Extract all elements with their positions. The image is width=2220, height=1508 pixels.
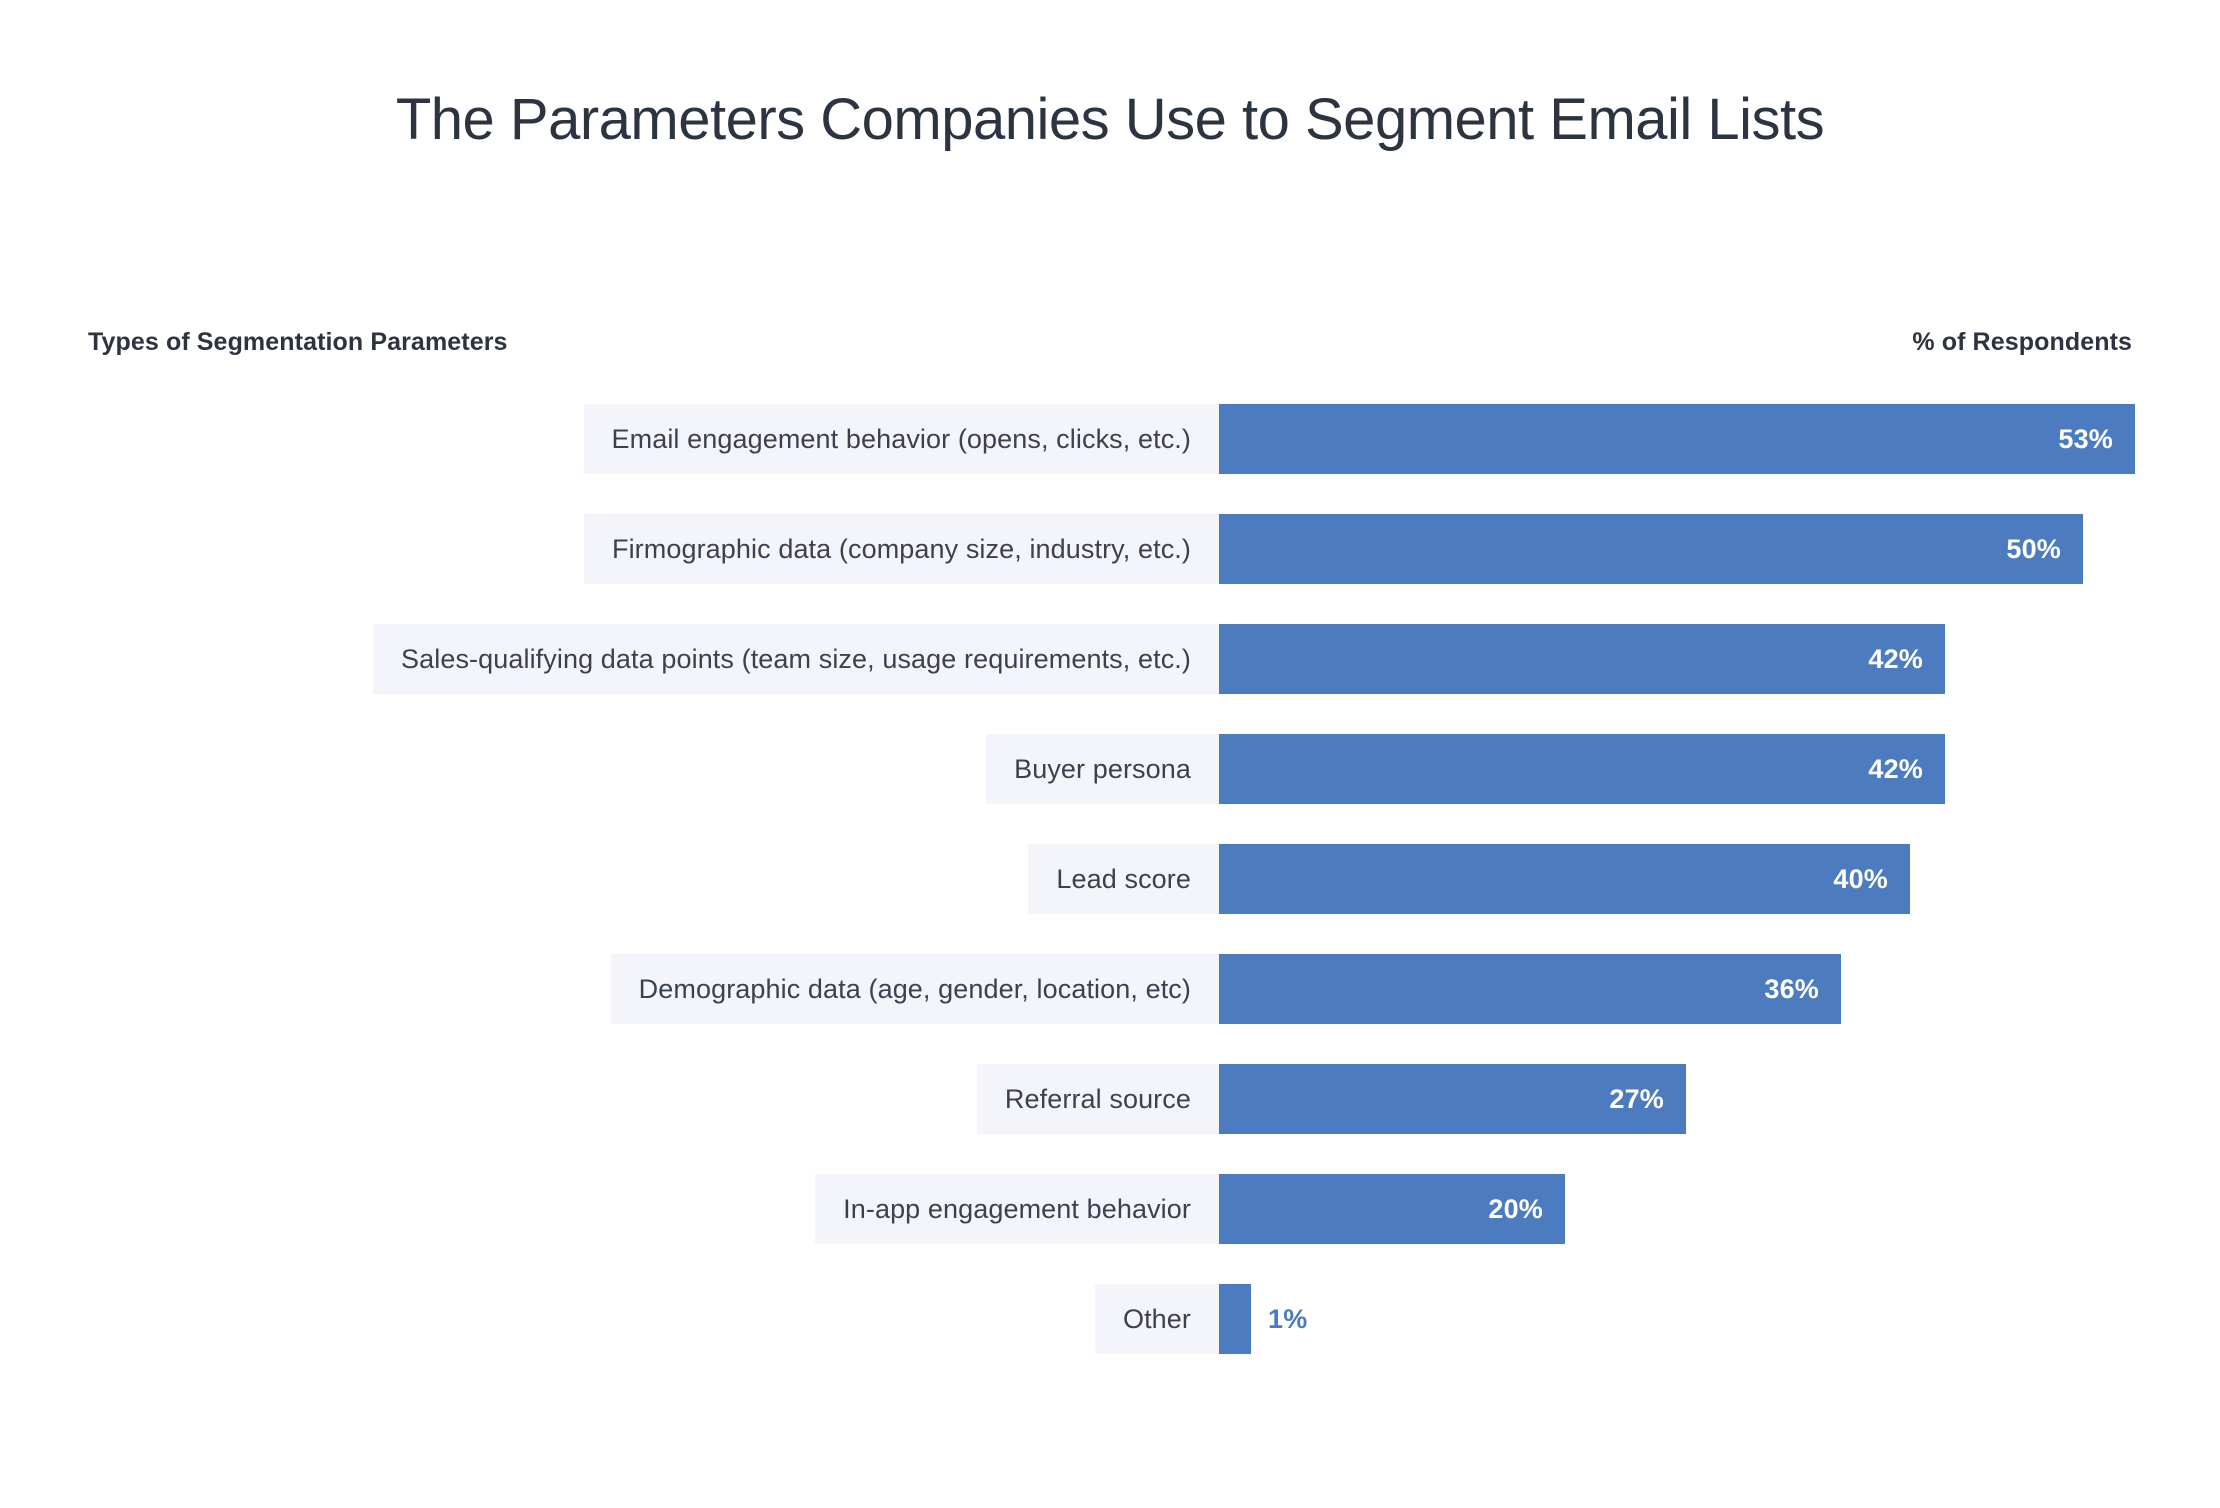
bar-category-label: Lead score — [1028, 844, 1219, 914]
bar-category-label: Sales-qualifying data points (team size,… — [373, 624, 1219, 694]
bar-category-label: Buyer persona — [986, 734, 1219, 804]
bar-row: Firmographic data (company size, industr… — [0, 514, 2220, 584]
bar-category-label: Email engagement behavior (opens, clicks… — [583, 404, 1219, 474]
bar: 40% — [1219, 844, 1910, 914]
chart-page: The Parameters Companies Use to Segment … — [0, 0, 2220, 1508]
bar-chart-plot: Email engagement behavior (opens, clicks… — [0, 404, 2220, 1394]
bar: 1% — [1219, 1284, 1307, 1354]
bar-row: Other 1% — [0, 1284, 2220, 1354]
bar: 42% — [1219, 734, 1945, 804]
bar-value-label: 50% — [2006, 533, 2061, 564]
bar-row: In-app engagement behavior 20% — [0, 1174, 2220, 1244]
bar: 53% — [1219, 404, 2135, 474]
page-title: The Parameters Companies Use to Segment … — [395, 87, 1825, 152]
bar-value-label: 20% — [1488, 1193, 1543, 1224]
bar-row: Email engagement behavior (opens, clicks… — [0, 404, 2220, 474]
bar-row: Lead score 40% — [0, 844, 2220, 914]
bar: 20% — [1219, 1174, 1565, 1244]
bar-row: Sales-qualifying data points (team size,… — [0, 624, 2220, 694]
bar: 42% — [1219, 624, 1945, 694]
bar: 50% — [1219, 514, 2083, 584]
bar-value-label: 36% — [1764, 973, 1819, 1004]
bar-row: Referral source 27% — [0, 1064, 2220, 1134]
bar-value-label: 42% — [1868, 753, 1923, 784]
bar-category-label: Referral source — [976, 1064, 1219, 1134]
bar-value-label: 1% — [1268, 1303, 1308, 1334]
value-axis-header: % of Respondents — [1912, 328, 2132, 356]
bar-value-label: 42% — [1868, 643, 1923, 674]
bar: 27% — [1219, 1064, 1686, 1134]
bar-category-label: Demographic data (age, gender, location,… — [610, 954, 1219, 1024]
bar-category-label: Firmographic data (company size, industr… — [583, 514, 1219, 584]
bar-value-label: 53% — [2058, 423, 2113, 454]
bar-row: Demographic data (age, gender, location,… — [0, 954, 2220, 1024]
bar-value-label: 40% — [1833, 863, 1888, 894]
category-axis-header: Types of Segmentation Parameters — [88, 328, 508, 356]
bar-row: Buyer persona 42% — [0, 734, 2220, 804]
bar-category-label: Other — [1094, 1284, 1219, 1354]
bar-value-label: 27% — [1609, 1083, 1664, 1114]
bar: 36% — [1219, 954, 1841, 1024]
bar-category-label: In-app engagement behavior — [815, 1174, 1219, 1244]
